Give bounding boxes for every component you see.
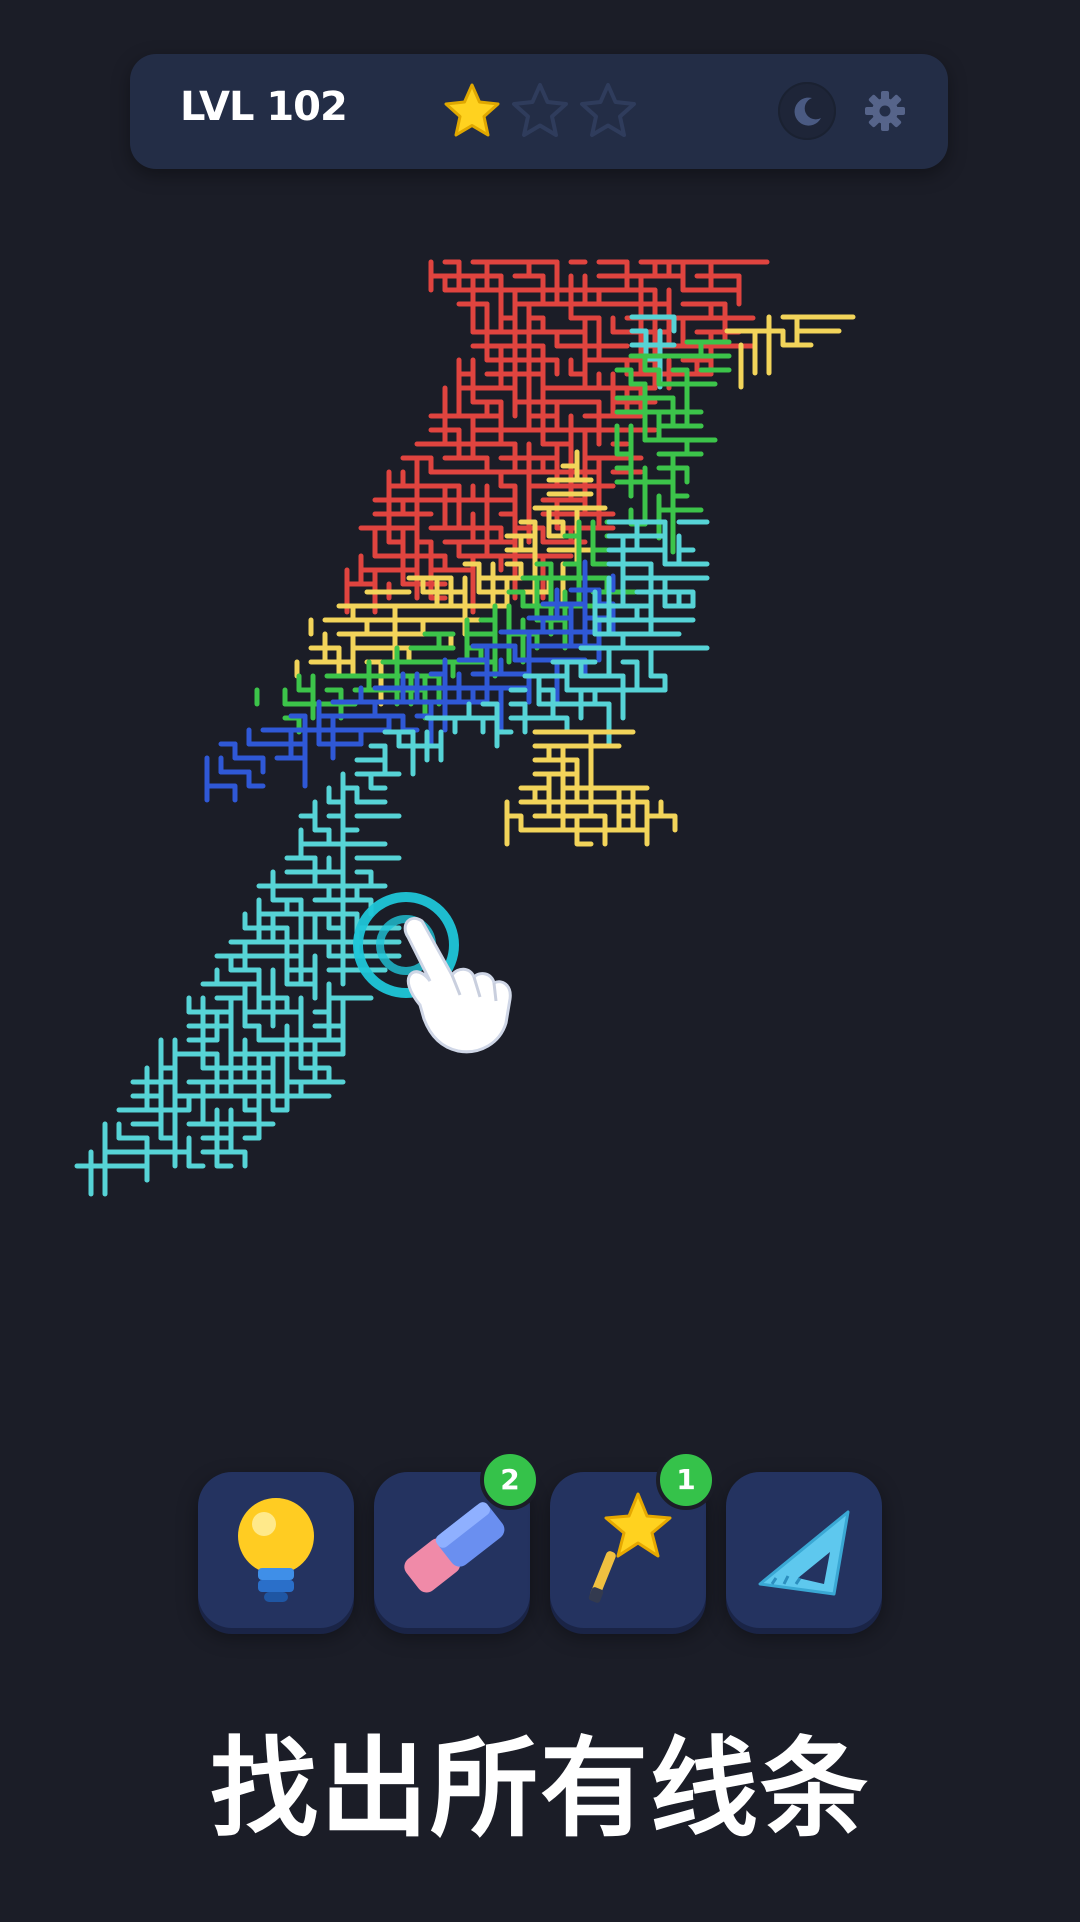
star-empty-icon — [580, 83, 636, 137]
maze-line[interactable] — [228, 1107, 248, 1127]
maze-line[interactable] — [540, 343, 560, 363]
maze-line-group[interactable] — [344, 259, 770, 615]
maze-line[interactable] — [414, 525, 434, 545]
maze-line[interactable] — [186, 1149, 206, 1169]
maze-line[interactable] — [722, 287, 742, 307]
maze-line[interactable] — [466, 715, 486, 735]
hint-button[interactable] — [198, 1472, 354, 1628]
star-filled-icon — [444, 83, 500, 137]
maze-line[interactable] — [628, 409, 648, 429]
maze-line[interactable] — [382, 729, 402, 749]
maze-line[interactable] — [246, 755, 266, 775]
maze-line[interactable] — [298, 981, 318, 1001]
maze-line[interactable] — [340, 771, 360, 791]
moon-icon — [794, 97, 821, 126]
maze-line[interactable] — [340, 813, 360, 833]
puzzle-board[interactable] — [70, 255, 1010, 1435]
gear-icon — [865, 91, 905, 131]
maze-line[interactable] — [590, 533, 610, 553]
maze-line-group[interactable] — [724, 314, 856, 390]
ruler-button[interactable] — [726, 1472, 882, 1628]
magic-wand-button[interactable]: 1 — [550, 1450, 716, 1628]
star-empty-icon — [512, 83, 568, 137]
maze-line[interactable] — [588, 827, 608, 847]
maze-line-group[interactable] — [504, 729, 678, 847]
lightbulb-icon — [238, 1498, 314, 1602]
maze-line[interactable] — [442, 539, 462, 559]
maze-line[interactable] — [228, 1149, 248, 1169]
dark-mode-button[interactable] — [778, 82, 836, 140]
maze-line[interactable] — [508, 715, 528, 735]
maze-line[interactable] — [494, 715, 514, 735]
maze-line[interactable] — [204, 769, 224, 789]
maze-line[interactable] — [470, 497, 490, 517]
maze-line[interactable] — [628, 353, 648, 373]
maze-line[interactable] — [326, 967, 346, 987]
top-bar: LVL 102 — [130, 54, 948, 169]
maze-line[interactable] — [358, 525, 378, 545]
maze-line[interactable] — [676, 533, 696, 553]
maze-line[interactable] — [256, 883, 276, 903]
maze-line[interactable] — [130, 1163, 150, 1183]
maze-line[interactable] — [614, 479, 634, 499]
maze-line[interactable] — [400, 455, 420, 475]
settings-button[interactable] — [856, 82, 914, 140]
maze-line[interactable] — [554, 301, 574, 321]
instruction-caption: 找出所有线条 — [209, 1727, 870, 1852]
maze-line[interactable] — [574, 743, 594, 763]
set-square-icon — [758, 1510, 850, 1596]
maze-line[interactable] — [670, 479, 690, 499]
maze-line[interactable] — [298, 827, 318, 847]
maze-line[interactable] — [642, 367, 662, 387]
maze-line[interactable] — [684, 395, 704, 415]
maze-line[interactable] — [606, 687, 626, 707]
level-label: LVL 102 — [180, 84, 348, 130]
eraser-button[interactable]: 2 — [374, 1450, 540, 1628]
magic-wand-count-badge: 1 — [656, 1450, 716, 1510]
maze-line[interactable] — [246, 769, 266, 789]
maze-line[interactable] — [218, 783, 238, 803]
maze-line[interactable] — [400, 713, 420, 733]
maze-line[interactable] — [428, 497, 448, 517]
maze-line[interactable] — [312, 939, 332, 959]
maze-line[interactable] — [232, 741, 252, 761]
maze-line[interactable] — [484, 469, 504, 489]
eraser-count-badge: 2 — [480, 1450, 540, 1510]
maze-line[interactable] — [214, 953, 234, 973]
tool-bar: 2 1 — [198, 1450, 884, 1632]
maze-line[interactable] — [102, 1135, 122, 1155]
maze-line[interactable] — [658, 813, 678, 833]
maze-line[interactable] — [322, 631, 342, 651]
